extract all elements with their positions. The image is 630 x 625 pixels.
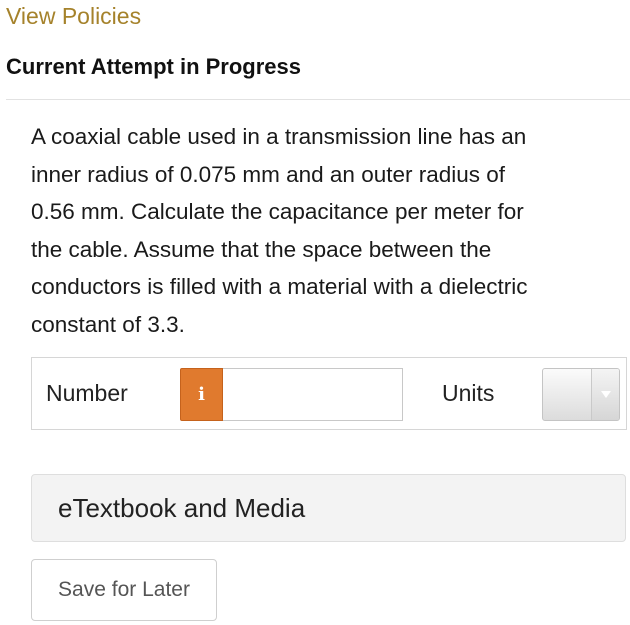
question-line: A coaxial cable used in a transmission l… xyxy=(31,124,527,149)
number-label: Number xyxy=(46,380,128,406)
question-line: constant of 3.3. xyxy=(31,311,185,337)
units-selected-value xyxy=(543,369,591,420)
save-for-later-button[interactable]: Save for Later xyxy=(31,559,217,621)
answer-row: Number i Units xyxy=(31,357,627,430)
question-line: conductors is filled with a material wit… xyxy=(31,274,528,299)
etextbook-media-panel[interactable]: eTextbook and Media xyxy=(31,474,626,542)
units-label: Units xyxy=(442,380,495,406)
question-text: A coaxial cable used in a transmission l… xyxy=(31,118,630,343)
question-line: inner radius of 0.075 mm and an outer ra… xyxy=(31,161,506,187)
info-button[interactable]: i xyxy=(180,368,223,421)
etextbook-media-label: eTextbook and Media xyxy=(58,493,306,523)
attempt-status-title: Current Attempt in Progress xyxy=(6,54,302,79)
info-icon: i xyxy=(198,384,205,405)
view-policies-link[interactable]: View Policies xyxy=(6,3,141,30)
number-input[interactable] xyxy=(223,368,403,421)
units-dropdown[interactable] xyxy=(542,368,620,421)
question-line: 0.56 mm. Calculate the capacitance per m… xyxy=(31,199,524,224)
assignment-page: View Policies Current Attempt in Progres… xyxy=(0,0,630,625)
chevron-down-icon[interactable] xyxy=(591,369,619,420)
header-divider xyxy=(6,99,630,100)
question-line: the cable. Assume that the space between… xyxy=(31,236,492,262)
